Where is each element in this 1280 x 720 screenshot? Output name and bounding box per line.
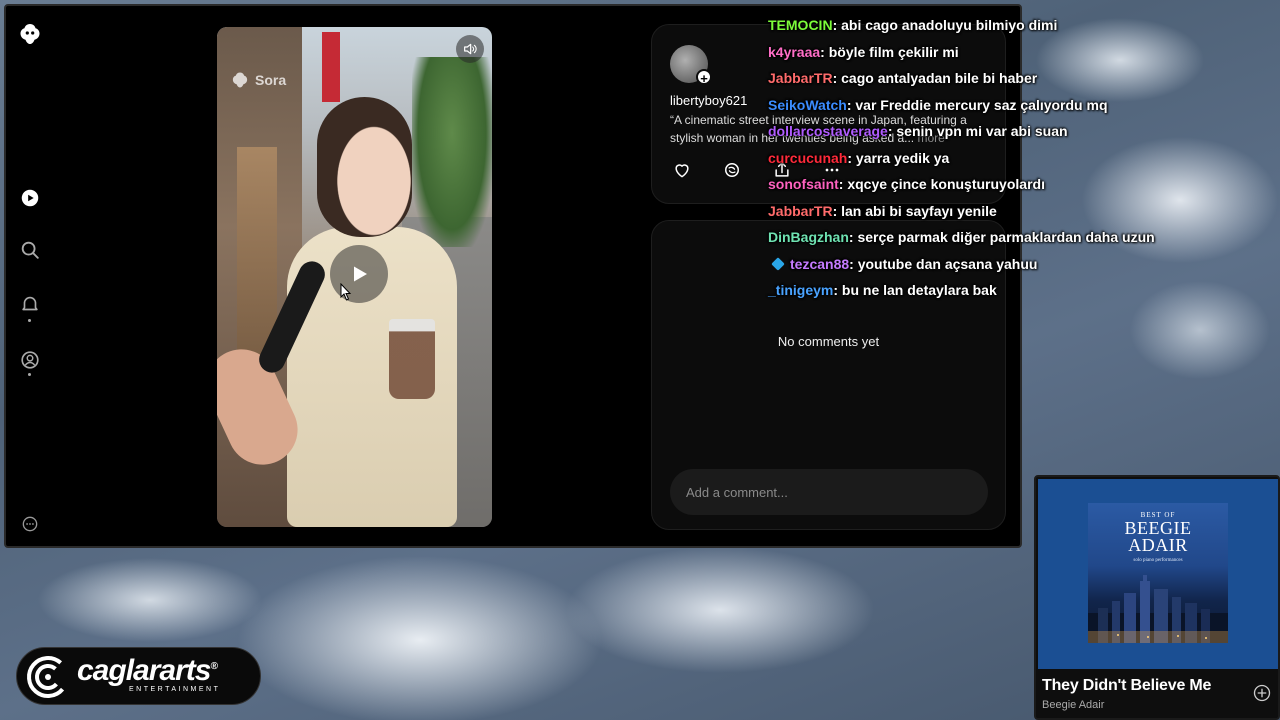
more-icon[interactable] — [18, 512, 42, 536]
album-cover-background: BEST OF BEEGIE ADAIR solo piano performa… — [1038, 479, 1278, 669]
sora-watermark-icon — [232, 72, 248, 88]
track-artist: Beegie Adair — [1042, 699, 1105, 711]
left-nav-rail — [6, 6, 54, 546]
chat-text: : senin vpn mi var abi suan — [887, 123, 1068, 139]
chat-text: : lan abi bi sayfayı yenile — [832, 202, 997, 219]
no-comments-text: No comments yet — [777, 334, 880, 349]
chat-username[interactable]: TEMOCIN — [768, 17, 833, 33]
album-cover: BEST OF BEEGIE ADAIR solo piano performa… — [1088, 503, 1228, 643]
speaker-icon — [464, 43, 477, 55]
now-playing-widget: BEST OF BEEGIE ADAIR solo piano performa… — [1034, 475, 1280, 720]
chat-text: : abi cago anadoluyu bilmiyo dimi — [832, 17, 1058, 33]
caglararts-logo-icon — [27, 656, 69, 698]
track-title: They Didn't Believe Me — [1042, 677, 1212, 694]
video-trees — [412, 57, 492, 247]
video-icon[interactable] — [18, 186, 42, 210]
cube-badge-icon — [771, 256, 785, 271]
follow-plus-icon[interactable]: + — [696, 69, 712, 86]
chat-text: : var Freddie mercury saz çalıyordu mq — [846, 96, 1108, 113]
chat-username[interactable]: _tinigeym — [768, 282, 833, 298]
sora-watermark: Sora — [231, 71, 286, 89]
chat-text: : yarra yedik ya — [847, 149, 950, 166]
chat-username[interactable]: tezcan88 — [790, 256, 849, 272]
chat-username[interactable]: DinBagzhan — [768, 229, 849, 245]
chat-message: tezcan88: youtube dan açsana yahuu — [768, 251, 1188, 278]
chat-text: : bu ne lan detaylara bak — [833, 282, 997, 298]
album-cover-artist: BEEGIE ADAIR — [1088, 519, 1228, 555]
sora-watermark-text: Sora — [255, 72, 287, 88]
video-player[interactable]: Sora — [217, 27, 492, 527]
brand-name-text: caglararts — [77, 654, 211, 687]
chat-username[interactable]: SeikoWatch — [768, 97, 847, 113]
comment-input[interactable] — [670, 469, 988, 515]
video-woman-head — [317, 97, 412, 237]
city-skyline-art — [1088, 575, 1228, 643]
album-cover-name-line-2: ADAIR — [1128, 535, 1188, 555]
stream-chat-overlay: TEMOCIN: abi cago anadoluyu bilmiyo dimi… — [768, 12, 1188, 304]
plus-circle-icon — [1253, 684, 1271, 702]
chat-username[interactable]: curcucunah — [768, 150, 847, 166]
chat-message: SeikoWatch: var Freddie mercury saz çalı… — [768, 92, 1188, 119]
brand-subtitle: ENTERTAINMENT — [129, 686, 221, 693]
chat-message: _tinigeym: bu ne lan detaylara bak — [768, 277, 1188, 304]
chat-message: dollarcostaverage: senin vpn mi var abi … — [768, 118, 1188, 145]
bell-icon[interactable] — [18, 292, 42, 316]
chat-message: JabbarTR: lan abi bi sayfayı yenile — [768, 198, 1188, 225]
chat-username[interactable]: dollarcostaverage — [768, 123, 888, 139]
chat-username[interactable]: JabbarTR — [768, 203, 833, 219]
chat-text: : serçe parmak diğer parmaklardan daha u… — [848, 229, 1155, 245]
video-coffee-cup — [389, 319, 435, 399]
chat-text: : böyle film çekilir mi — [820, 43, 959, 60]
chat-message: curcucunah: yarra yedik ya — [768, 145, 1188, 172]
post-username[interactable]: libertyboy621 — [670, 93, 747, 108]
video-storefront — [237, 147, 277, 357]
search-icon[interactable] — [18, 238, 42, 262]
heart-icon[interactable] — [670, 158, 694, 182]
caglararts-brand-badge: caglararts® ENTERTAINMENT — [16, 647, 261, 705]
chat-message: TEMOCIN: abi cago anadoluyu bilmiyo dimi — [768, 12, 1188, 39]
album-cover-subtitle: solo piano performances — [1133, 558, 1183, 563]
brand-registered-mark: ® — [210, 661, 217, 672]
chat-message: sonofsaint: xqcye çince konuşturuyolardı — [768, 171, 1188, 198]
video-street-sign — [322, 32, 340, 102]
chat-text: : youtube dan açsana yahuu — [849, 255, 1038, 272]
sound-toggle-button[interactable] — [456, 35, 484, 63]
chat-username[interactable]: sonofsaint — [768, 176, 839, 192]
remix-icon[interactable] — [720, 158, 744, 182]
chat-text: : cago antalyadan bile bi haber — [832, 70, 1038, 86]
chat-text: : xqcye çince konuşturuyolardı — [838, 176, 1045, 192]
brand-name: caglararts® — [77, 654, 218, 688]
chat-username[interactable]: JabbarTR — [768, 70, 833, 86]
notification-dot — [28, 319, 31, 322]
add-track-button[interactable] — [1252, 683, 1272, 703]
profile-icon[interactable] — [18, 348, 42, 372]
profile-dot — [28, 373, 31, 376]
mouse-cursor-icon — [340, 283, 352, 301]
sora-logo-icon[interactable] — [18, 22, 42, 46]
chat-message: k4yraaa: böyle film çekilir mi — [768, 39, 1188, 66]
chat-message: JabbarTR: cago antalyadan bile bi haber — [768, 65, 1188, 92]
chat-message: DinBagzhan: serçe parmak diğer parmaklar… — [768, 224, 1188, 251]
chat-username[interactable]: k4yraaa — [768, 44, 820, 60]
